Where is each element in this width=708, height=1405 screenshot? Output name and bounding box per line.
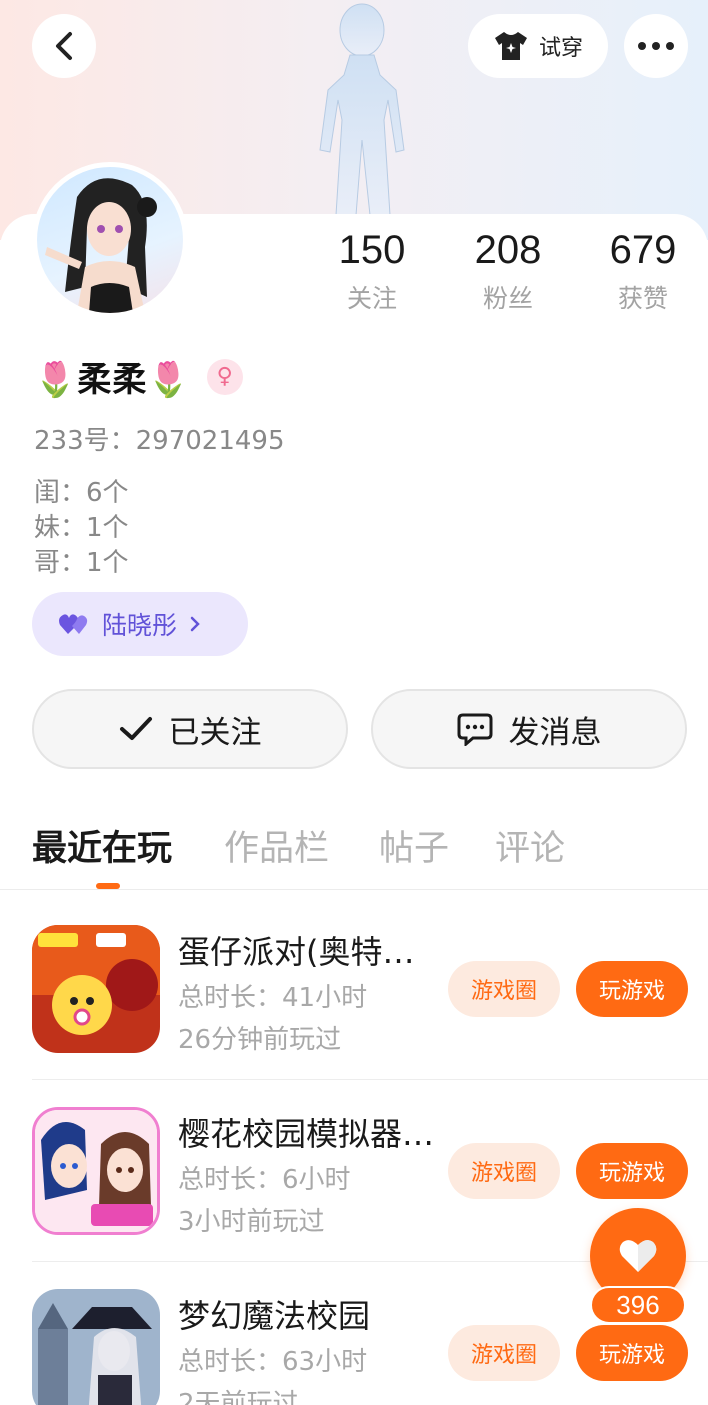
- followed-label: 已关注: [168, 714, 262, 751]
- more-dots-icon: [638, 42, 674, 50]
- stat-label: 获赞: [617, 284, 668, 313]
- game-last-played: 2天前玩过: [178, 1389, 299, 1405]
- like-count: 396: [590, 1286, 686, 1324]
- relation-line: 妹：1个: [34, 513, 129, 543]
- followed-button[interactable]: 已关注: [32, 689, 348, 769]
- game-last-played: 26分钟前玩过: [178, 1025, 342, 1055]
- cp-partner-name: 陆晓彤: [102, 611, 178, 640]
- more-button[interactable]: [624, 14, 688, 78]
- cp-partner-chip[interactable]: 陆晓彤: [32, 592, 248, 656]
- game-icon: [32, 1107, 160, 1235]
- back-arrow-icon: [56, 32, 72, 60]
- stat-followers[interactable]: 208 粉丝: [448, 228, 568, 315]
- chat-bubble-icon: [457, 713, 492, 746]
- profile-stats: 150 关注 208 粉丝 679 获赞: [320, 228, 700, 324]
- stat-following[interactable]: 150 关注: [312, 228, 432, 315]
- user-id: 233号：297021495: [34, 426, 285, 456]
- avatar[interactable]: [32, 162, 188, 318]
- game-total-time: 总时长：63小时: [178, 1347, 368, 1377]
- checkmark-icon: [119, 717, 152, 740]
- stat-value: 208: [474, 228, 542, 272]
- play-game-button[interactable]: 玩游戏: [576, 961, 688, 1017]
- game-circle-button[interactable]: 游戏圈: [448, 961, 560, 1017]
- tab-recently-played[interactable]: 最近在玩: [32, 820, 172, 871]
- female-icon: ♀: [206, 358, 243, 395]
- game-title: 梦幻魔法校园: [178, 1297, 371, 1335]
- game-circle-button[interactable]: 游戏圈: [448, 1143, 560, 1199]
- game-circle-button[interactable]: 游戏圈: [448, 1325, 560, 1381]
- double-heart-icon: [59, 614, 88, 634]
- play-game-button[interactable]: 玩游戏: [576, 1143, 688, 1199]
- send-message-label: 发消息: [508, 714, 602, 751]
- tshirt-icon: [494, 32, 527, 60]
- game-total-time: 总时长：6小时: [178, 1165, 351, 1195]
- tab-works[interactable]: 作品栏: [224, 820, 329, 871]
- relation-line: 闺：6个: [34, 478, 129, 508]
- divider: [0, 889, 708, 890]
- avatar-illustration: [45, 178, 157, 313]
- play-game-button[interactable]: 玩游戏: [576, 1325, 688, 1381]
- game-last-played: 3小时前玩过: [178, 1207, 325, 1237]
- name-row: 🌷柔柔🌷 ♀: [34, 352, 243, 401]
- tab-comments[interactable]: 评论: [495, 820, 565, 871]
- divider: [32, 1079, 708, 1080]
- game-icon: [32, 1289, 160, 1405]
- send-message-button[interactable]: 发消息: [371, 689, 687, 769]
- try-on-button[interactable]: 试穿: [468, 14, 608, 78]
- stat-likes[interactable]: 679 获赞: [583, 228, 703, 315]
- stat-label: 关注: [346, 284, 397, 313]
- back-button[interactable]: [32, 14, 96, 78]
- game-title: 樱花校园模拟器(测试版): [178, 1115, 438, 1153]
- game-title: 蛋仔派对(奥特曼联动): [178, 933, 438, 971]
- chevron-right-icon: [190, 616, 200, 632]
- stat-label: 粉丝: [482, 284, 533, 313]
- game-total-time: 总时长：41小时: [178, 983, 368, 1013]
- stat-value: 150: [338, 228, 406, 272]
- stat-value: 679: [609, 228, 677, 272]
- avatar-3d-figure: [319, 3, 405, 215]
- heart-icon: [619, 1240, 657, 1272]
- relation-line: 哥：1个: [34, 548, 129, 578]
- user-name: 🌷柔柔🌷: [34, 360, 191, 400]
- try-on-label: 试穿: [538, 36, 583, 61]
- game-icon: [32, 925, 160, 1053]
- tab-posts[interactable]: 帖子: [379, 820, 449, 871]
